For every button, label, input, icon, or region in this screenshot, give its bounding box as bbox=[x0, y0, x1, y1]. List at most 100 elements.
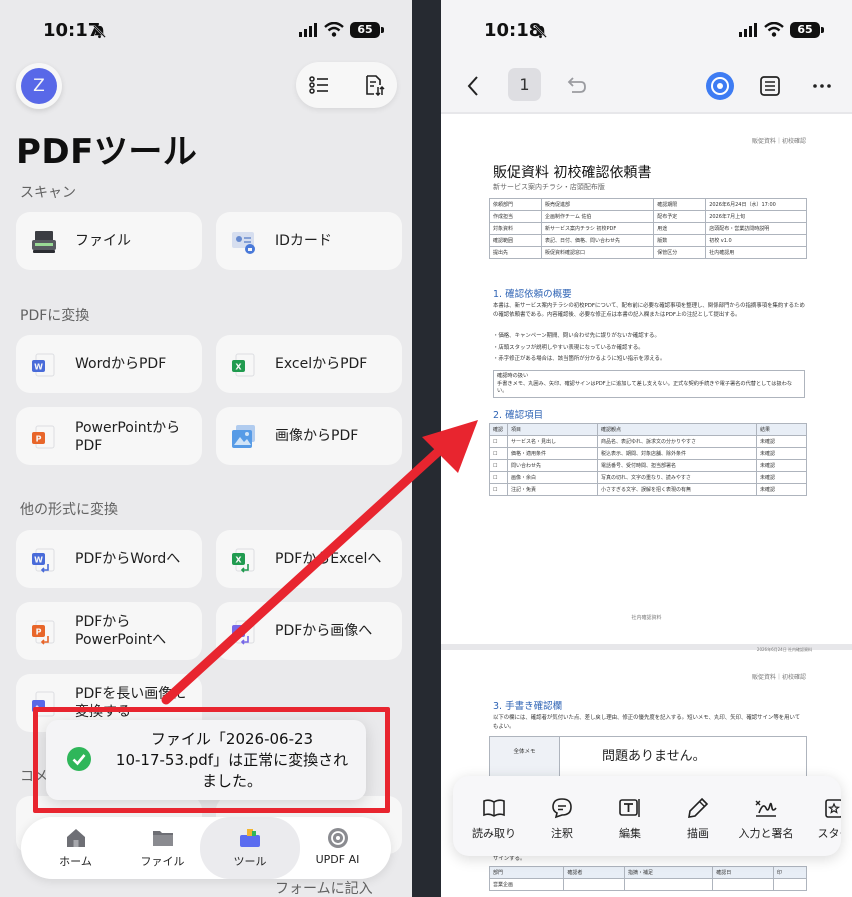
page-footer: 社内確認資料 bbox=[631, 615, 662, 621]
table-cell: 確認観点 bbox=[597, 423, 757, 436]
tool-label: IDカード bbox=[275, 233, 332, 249]
tool-comment[interactable]: 注釈 bbox=[527, 776, 597, 856]
tool-label: PDFから PowerPointへ bbox=[75, 614, 167, 648]
table-cell: ☐ bbox=[489, 447, 508, 460]
home-icon bbox=[66, 829, 85, 847]
table-cell: 確認者 bbox=[563, 866, 626, 879]
viewer-toolbar: 1 bbox=[441, 60, 852, 112]
table-cell: 税込表示、期間、対象店舗、除外条件 bbox=[597, 447, 757, 460]
tool-excel-to-pdf[interactable]: X ExcelからPDF bbox=[216, 335, 402, 393]
wifi-icon bbox=[324, 22, 344, 37]
tab-label: ホーム bbox=[59, 855, 92, 868]
task-list-icon[interactable] bbox=[308, 74, 330, 96]
top-actions bbox=[296, 62, 397, 108]
id-card-icon bbox=[232, 232, 255, 254]
tool-pdf-to-excel[interactable]: X PDFからExcelへ bbox=[216, 530, 402, 588]
tool-word-to-pdf[interactable]: W WordからPDF bbox=[16, 335, 202, 393]
table-cell: ☐ bbox=[489, 471, 508, 484]
tool-read-mode[interactable]: 読み取り bbox=[459, 776, 529, 856]
tool-scan-id-card[interactable]: IDカード bbox=[216, 212, 402, 270]
table-header-row: 部門 確認者 指摘・補足 確認日印 bbox=[488, 866, 808, 879]
signal-icon bbox=[299, 23, 317, 37]
svg-text:W: W bbox=[34, 363, 43, 372]
info-table: 依頼部門 販売促進部 確認期限 2026年6月24日（水）17:00 作成担当 企画制作チ… bbox=[489, 198, 807, 259]
undo-icon[interactable] bbox=[559, 70, 591, 102]
section-scan: スキャン bbox=[20, 185, 76, 201]
tool-pdf-to-ppt[interactable]: P PDFから PowerPointへ bbox=[16, 602, 202, 660]
table-row: ☐ 価格・適用条件 税込表示、期間、対象店舗、除外条件 未確認 bbox=[489, 447, 807, 460]
svg-text:W: W bbox=[34, 556, 43, 565]
image-icon bbox=[232, 620, 255, 645]
avatar[interactable]: Z bbox=[16, 63, 62, 109]
table-cell: 版数 bbox=[653, 234, 707, 247]
tab-label: ツール bbox=[233, 855, 267, 868]
tab-tool[interactable]: ツール bbox=[200, 817, 300, 879]
annotation-toolbar: 読み取り 注釈 編集 描画 入力と署名 スタ bbox=[453, 776, 841, 856]
tool-pdf-to-image[interactable]: PDFから画像へ bbox=[216, 602, 402, 660]
table-cell: ☐ bbox=[489, 435, 508, 448]
tool-form-fill-label: フォームに記入 bbox=[275, 881, 373, 897]
pdf-page-2[interactable]: 2026年6月24日 社内確認資料 販促資料｜初校確認 3. 手書き確認欄 以下… bbox=[441, 647, 852, 897]
tab-updf-ai[interactable]: UPDF AI bbox=[295, 817, 380, 879]
table-cell: 社内確認用 bbox=[705, 246, 807, 259]
word-doc-icon: W bbox=[32, 353, 55, 377]
comment-bubble-icon bbox=[552, 798, 572, 819]
page-2-top-mark: 2026年6月24日 社内確認資料 bbox=[756, 647, 812, 652]
tool-fill-sign[interactable]: 入力と署名 bbox=[731, 776, 801, 856]
table-cell: 作成担当 bbox=[489, 210, 542, 223]
table-cell: 提出先 bbox=[489, 246, 542, 259]
svg-text:X: X bbox=[235, 363, 242, 372]
page-number-badge[interactable]: 1 bbox=[508, 68, 541, 101]
back-chevron-icon[interactable] bbox=[458, 70, 490, 102]
check-table: 確認 項目 確認観点 結果 ☐ サービス名・見出し 商品名、表記ゆれ、訴求文の分かりやすさ未… bbox=[489, 423, 807, 496]
wifi-icon bbox=[764, 22, 784, 37]
table-cell: 用途 bbox=[653, 222, 707, 235]
mute-bell-icon bbox=[93, 25, 106, 39]
text-edit-icon bbox=[619, 799, 640, 817]
section-1-text: 本書は、新サービス案内チラシの初校PDFについて、配布前に必要な確認事項を整理し… bbox=[493, 303, 805, 318]
tool-scan-file[interactable]: ファイル bbox=[16, 212, 202, 270]
pdf-page-1[interactable]: 販促資料｜初校確認 販促資料 初校確認依頼書 新サービス案内チラシ・店頭配布版 … bbox=[441, 114, 852, 644]
table-cell[interactable] bbox=[772, 878, 808, 891]
memo-label: 全体メモ bbox=[490, 737, 560, 779]
section-heading-3: 3. 手書き確認欄 bbox=[493, 701, 563, 712]
table-row: ☐ 注記・免責 小さすぎる文字、誤解を招く表現の有無 未確認 bbox=[489, 483, 807, 496]
excel-doc-icon: X bbox=[232, 548, 255, 573]
table-cell: 確認 bbox=[489, 423, 508, 436]
table-cell[interactable] bbox=[712, 878, 774, 891]
tools-screen: 10:17 65 Z PDFツール スキャン ファイル IDカード PDFに変換… bbox=[0, 0, 412, 897]
more-icon[interactable] bbox=[806, 70, 838, 102]
ai-assistant-icon[interactable] bbox=[704, 70, 736, 102]
tool-label: 注釈 bbox=[551, 827, 573, 840]
table-cell[interactable] bbox=[563, 878, 626, 891]
outline-list-icon[interactable] bbox=[754, 70, 786, 102]
memo-box[interactable]: 全体メモ 問題ありません。 bbox=[489, 736, 807, 779]
table-cell[interactable] bbox=[624, 878, 714, 891]
table-cell: 未確認 bbox=[756, 483, 807, 496]
table-cell: 企画制作チーム 佐伯 bbox=[540, 210, 655, 223]
tool-ppt-to-pdf[interactable]: P PowerPointから PDF bbox=[16, 407, 202, 465]
tool-label: PDFから画像へ bbox=[275, 623, 373, 639]
tool-pdf-to-word[interactable]: W PDFからWordへ bbox=[16, 530, 202, 588]
tool-label: PDFからWordへ bbox=[75, 551, 181, 567]
table-cell: 未確認 bbox=[756, 435, 807, 448]
table-cell: 小さすぎる文字、誤解を招く表現の有無 bbox=[597, 483, 757, 496]
tab-file[interactable]: ファイル bbox=[120, 817, 205, 879]
table-row: 対象資料 新サービス案内チラシ 初校PDF 用途 店頭配布・営業訪問時説明 bbox=[489, 222, 807, 235]
sign-table: 部門 確認者 指摘・補足 確認日印営業企画 bbox=[488, 866, 808, 891]
table-cell: 確認期限 bbox=[653, 198, 707, 211]
table-cell: 依頼部門 bbox=[489, 198, 542, 211]
handwritten-note: 問題ありません。 bbox=[602, 749, 706, 764]
tool-image-to-pdf[interactable]: 画像からPDF bbox=[216, 407, 402, 465]
tab-home[interactable]: ホーム bbox=[33, 817, 118, 879]
tab-label: ファイル bbox=[140, 855, 185, 868]
table-row: ☐ 問い合わせ先 電話番号、受付時間、担当部署名 未確認 bbox=[489, 459, 807, 472]
tool-label: 描画 bbox=[687, 827, 709, 840]
table-row: ☐ 画像・余白 写真の切れ、文字の重なり、読みやすさ 未確認 bbox=[489, 471, 807, 484]
tool-edit[interactable]: 編集 bbox=[595, 776, 665, 856]
file-sort-icon[interactable] bbox=[363, 74, 385, 96]
table-header-row: 確認 項目 確認観点 結果 bbox=[489, 423, 807, 436]
tool-stamp[interactable]: スター bbox=[799, 776, 841, 856]
tool-draw[interactable]: 描画 bbox=[663, 776, 733, 856]
table-cell: 指摘・補足 bbox=[624, 866, 714, 879]
